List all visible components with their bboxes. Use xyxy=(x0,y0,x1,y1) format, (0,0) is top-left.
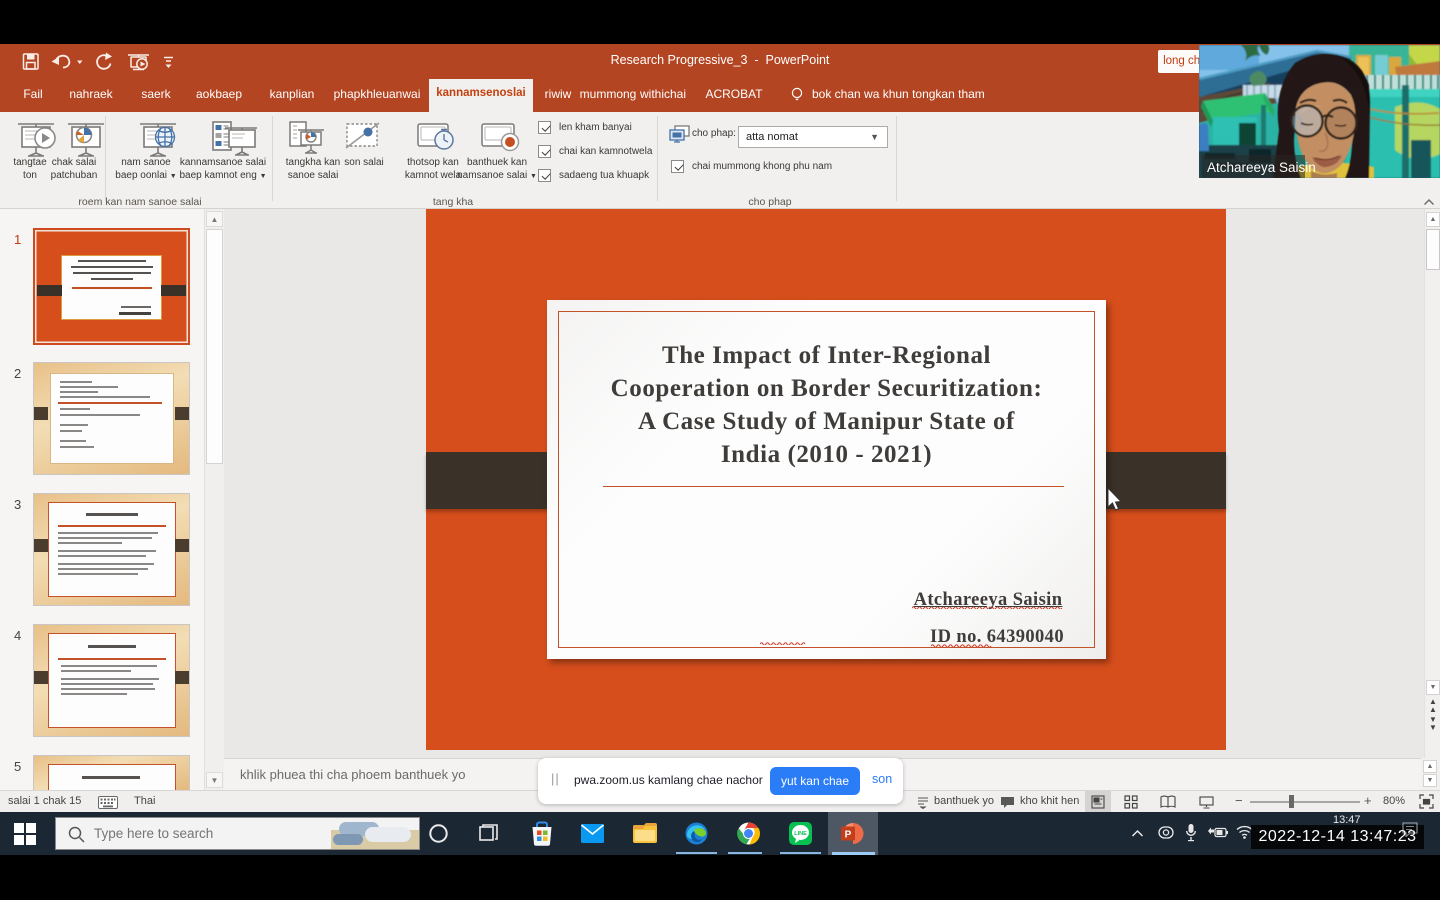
svg-text:Atchareeya Saisin: Atchareeya Saisin xyxy=(1207,160,1316,175)
svg-text:P: P xyxy=(845,830,852,841)
svg-text:LINE: LINE xyxy=(794,831,807,837)
